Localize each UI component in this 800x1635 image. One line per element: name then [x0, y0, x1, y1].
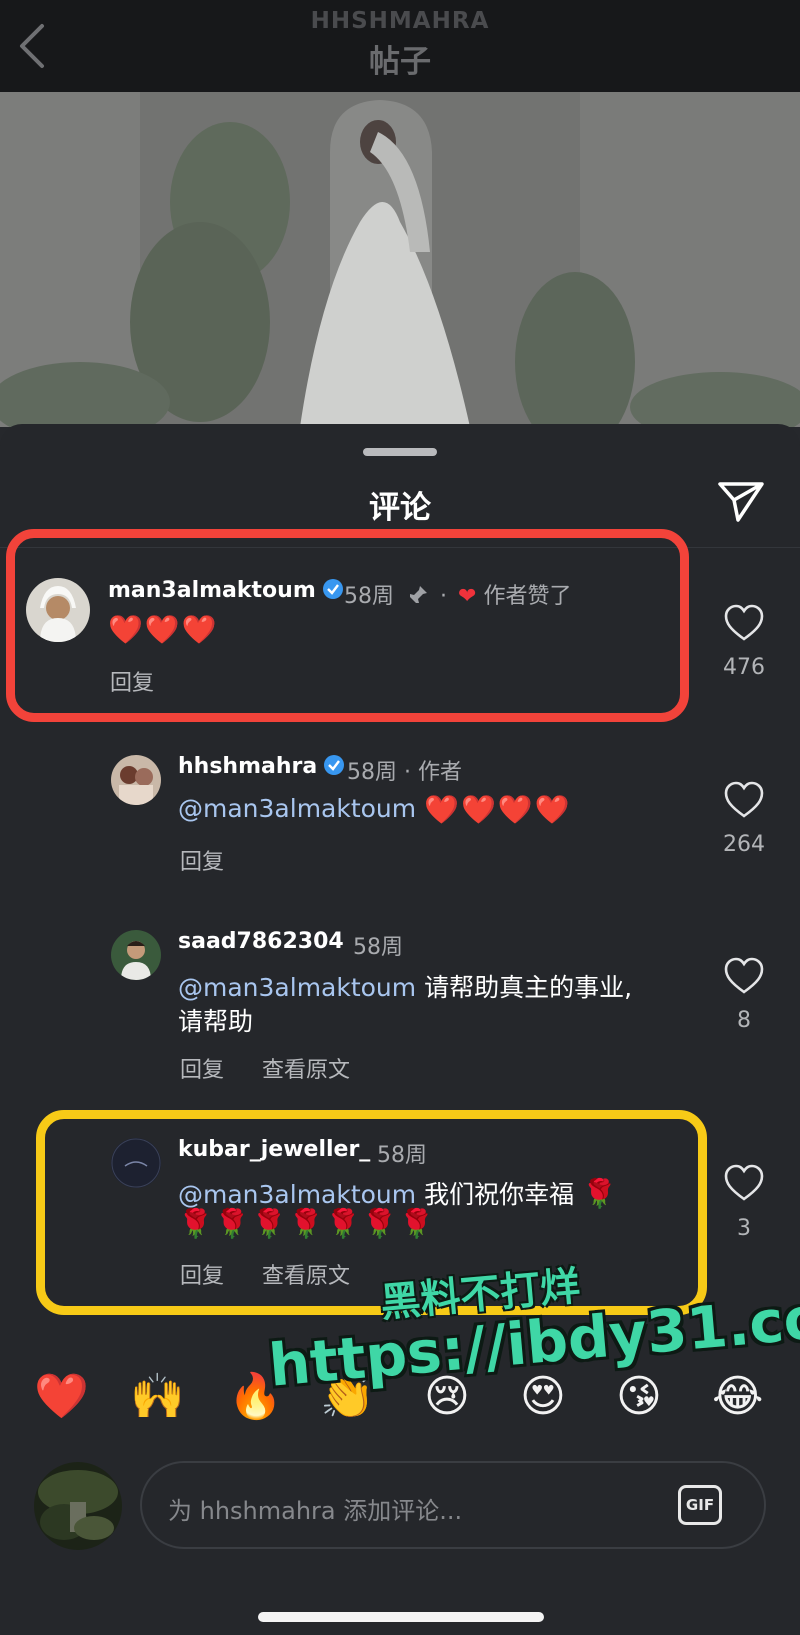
highlight-frame-red	[6, 529, 689, 722]
post-photo	[0, 92, 800, 427]
reply-button[interactable]: 回复	[180, 844, 224, 876]
reaction-heart-eyes[interactable]: 😍	[520, 1372, 566, 1422]
top-bar: HHSHMAHRA 帖子	[0, 0, 800, 92]
reply-button[interactable]: 回复	[180, 1052, 224, 1084]
post-account-name[interactable]: HHSHMAHRA	[0, 8, 800, 34]
current-user-avatar	[34, 1462, 122, 1550]
username-text[interactable]: hhshmahra	[178, 754, 317, 779]
avatar[interactable]	[111, 930, 161, 980]
comment-username[interactable]: saad7862304	[178, 929, 344, 954]
comment-text-line2: 请帮助	[178, 1007, 254, 1036]
comment-input-placeholder: 为 hhshmahra 添加评论...	[168, 1497, 463, 1525]
share-send-icon[interactable]	[716, 478, 766, 524]
reaction-heart[interactable]: ❤️	[34, 1372, 89, 1422]
reaction-raising-hands[interactable]: 🙌	[130, 1372, 185, 1422]
comment-age: 58周	[347, 760, 397, 785]
like-heart-icon[interactable]	[722, 603, 766, 643]
like-count: 3	[737, 1216, 751, 1241]
comment-meta: 58周 · 作者	[347, 754, 462, 786]
see-original-button[interactable]: 查看原文	[262, 1052, 350, 1084]
comment-text-line1: 请帮助真主的事业,	[424, 973, 633, 1002]
reaction-kiss[interactable]: 😘	[616, 1372, 662, 1422]
reaction-laughing[interactable]: 😂	[712, 1372, 763, 1422]
comment-age: 58周	[353, 935, 403, 960]
page-title: 帖子	[369, 44, 431, 80]
verified-badge-icon	[323, 754, 345, 782]
comments-title: 评论	[369, 490, 431, 526]
sheet-drag-handle[interactable]	[363, 448, 437, 456]
like-heart-icon[interactable]	[722, 1163, 766, 1203]
mention-link[interactable]: @man3almaktoum	[178, 973, 416, 1002]
comment-emoji: ❤️❤️❤️❤️	[424, 793, 572, 826]
home-indicator	[258, 1612, 544, 1622]
comment-username[interactable]: hhshmahra	[178, 754, 345, 782]
comment-text: @man3almaktoum 请帮助真主的事业,	[178, 968, 632, 1004]
highlight-frame-yellow	[36, 1110, 707, 1315]
comment-text: @man3almaktoum ❤️❤️❤️❤️	[178, 792, 572, 826]
gif-button[interactable]: GIF	[678, 1485, 722, 1525]
like-count: 264	[723, 832, 765, 857]
mention-link[interactable]: @man3almaktoum	[178, 794, 416, 823]
like-count: 8	[737, 1008, 751, 1033]
comment-input[interactable]: 为 hhshmahra 添加评论... GIF	[140, 1461, 766, 1549]
like-heart-icon[interactable]	[722, 956, 766, 996]
like-heart-icon[interactable]	[722, 780, 766, 820]
like-count: 476	[723, 655, 765, 680]
author-tag: · 作者	[404, 760, 462, 785]
avatar[interactable]	[111, 755, 161, 805]
